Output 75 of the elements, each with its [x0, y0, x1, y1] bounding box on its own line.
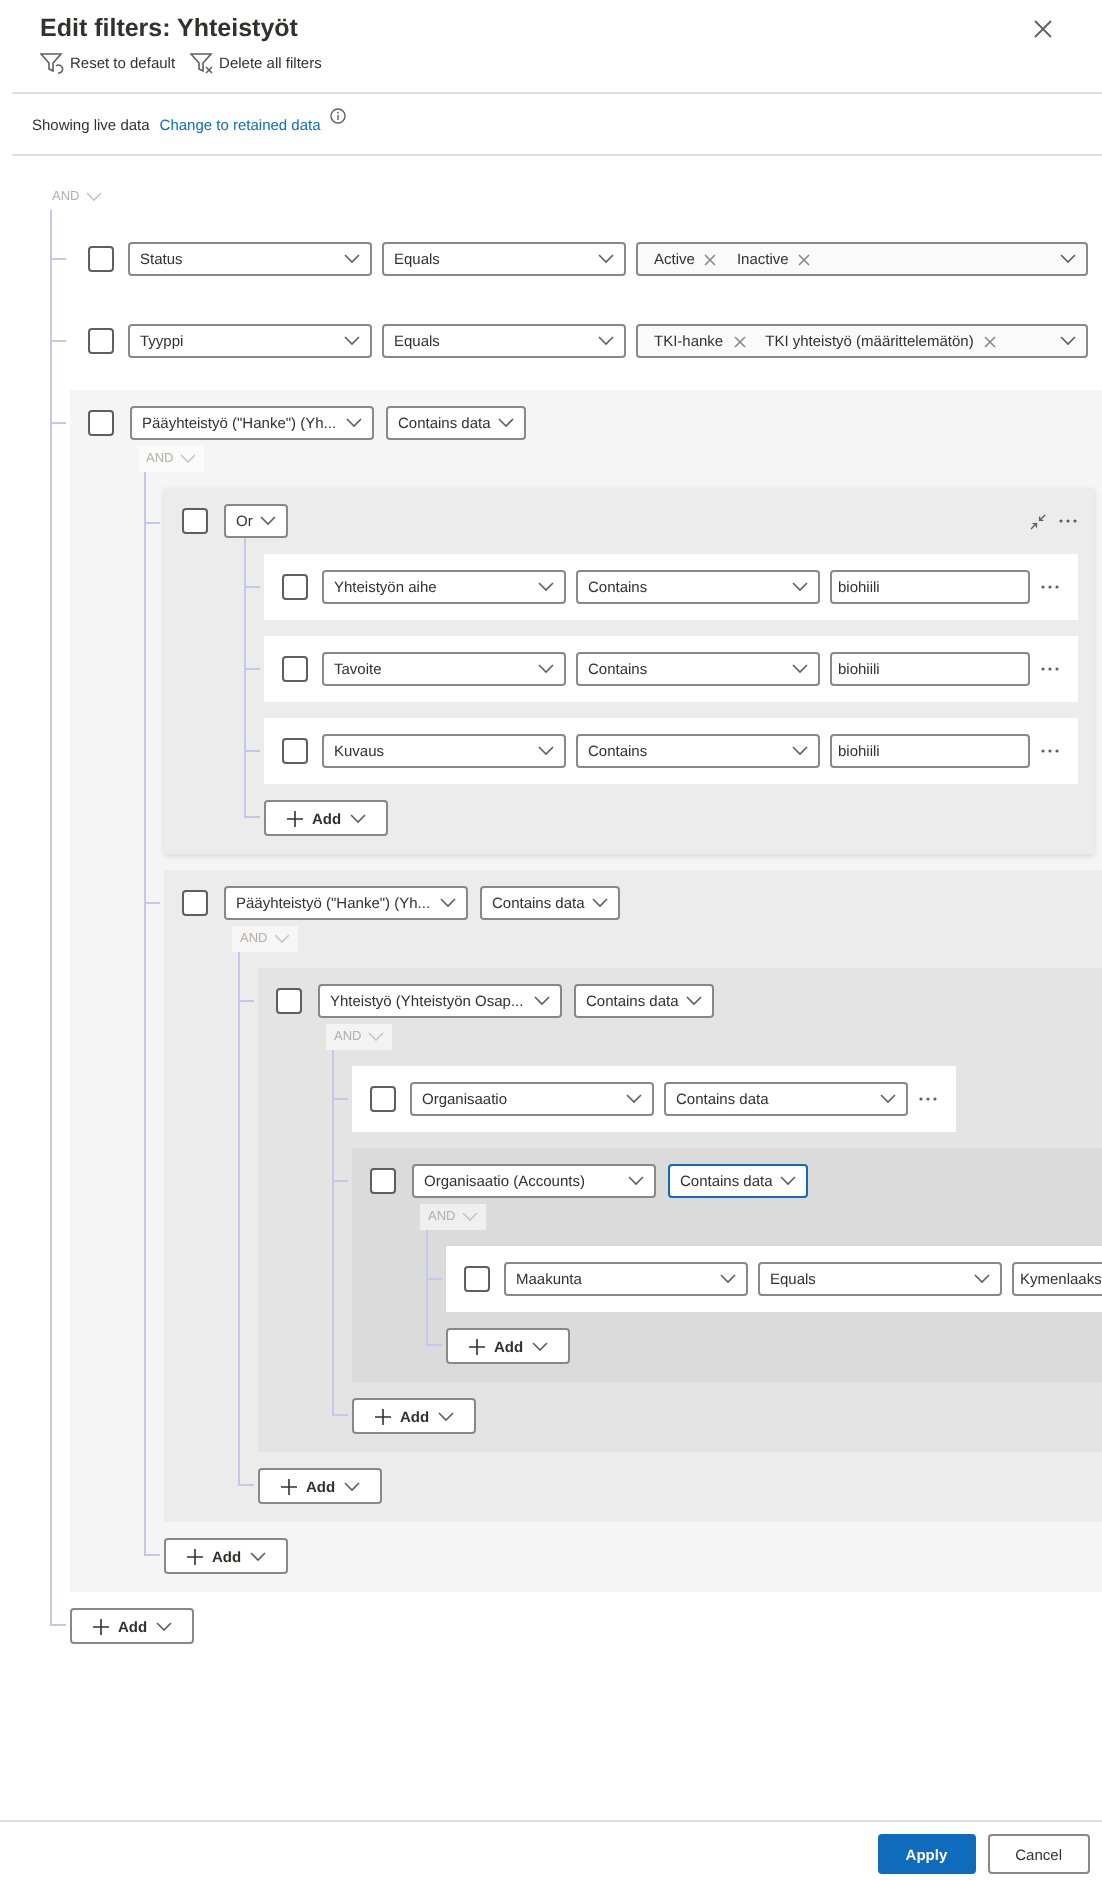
chevron-down-icon — [538, 664, 554, 674]
chevron-down-icon — [534, 996, 550, 1006]
chevron-down-icon — [974, 1274, 990, 1284]
checkbox[interactable] — [182, 890, 208, 916]
funnel-icon — [189, 52, 214, 74]
chevron-down-icon — [626, 1094, 642, 1104]
chevron-down-icon — [538, 582, 554, 592]
chevron-down-icon — [792, 664, 808, 674]
connector-line — [332, 1050, 348, 1099]
more-icon[interactable] — [1058, 518, 1078, 524]
checkbox[interactable] — [282, 656, 308, 682]
chevron-down-icon — [273, 934, 290, 944]
plus-icon — [280, 1477, 298, 1495]
chevron-down-icon — [498, 418, 515, 428]
chevron-down-icon — [367, 1032, 384, 1042]
chevron-down-icon — [346, 418, 362, 428]
chevron-down-icon — [686, 996, 703, 1006]
connector-line — [244, 538, 260, 587]
chevron-down-icon — [598, 336, 614, 346]
connector-line — [426, 1230, 442, 1279]
chevron-down-icon — [437, 1411, 454, 1421]
funnel-icon — [40, 52, 64, 74]
chevron-down-icon — [792, 582, 808, 592]
checkbox[interactable] — [182, 508, 208, 534]
remove-icon — [983, 335, 996, 347]
chevron-down-icon — [440, 898, 456, 908]
more-icon[interactable] — [1040, 748, 1060, 754]
chevron-down-icon — [531, 1341, 548, 1351]
chevron-down-icon — [880, 1094, 896, 1104]
chevron-down-icon — [592, 898, 609, 908]
info-icon[interactable] — [330, 108, 347, 124]
chevron-down-icon — [344, 336, 360, 346]
checkbox[interactable] — [276, 988, 302, 1014]
chevron-down-icon — [349, 813, 366, 823]
chevron-down-icon — [344, 254, 360, 264]
chevron-down-icon — [260, 516, 277, 526]
plus-icon — [186, 1547, 204, 1565]
checkbox[interactable] — [88, 246, 114, 272]
chevron-down-icon — [628, 1176, 644, 1186]
checkbox[interactable] — [370, 1168, 396, 1194]
connector-line — [50, 210, 66, 259]
connector-line — [144, 472, 160, 524]
close-icon[interactable] — [1034, 19, 1052, 37]
collapse-icon[interactable] — [1030, 513, 1046, 529]
more-icon[interactable] — [1040, 666, 1060, 672]
checkbox[interactable] — [282, 574, 308, 600]
chevron-down-icon — [461, 1212, 478, 1222]
chevron-down-icon — [249, 1551, 266, 1561]
chevron-down-icon — [538, 746, 554, 756]
chevron-down-icon — [1060, 336, 1076, 346]
more-icon[interactable] — [918, 1096, 938, 1102]
more-icon[interactable] — [1040, 584, 1060, 590]
chevron-down-icon — [780, 1176, 797, 1186]
checkbox[interactable] — [88, 410, 114, 436]
checkbox[interactable] — [282, 738, 308, 764]
chevron-down-icon — [598, 254, 614, 264]
chevron-down-icon — [720, 1274, 736, 1284]
chevron-down-icon — [343, 1481, 360, 1491]
remove-icon — [798, 253, 811, 265]
chevron-down-icon — [792, 746, 808, 756]
connector-line — [238, 952, 254, 1002]
plus-icon — [468, 1337, 486, 1355]
checkbox[interactable] — [370, 1086, 396, 1112]
remove-icon — [733, 335, 746, 347]
chevron-down-icon — [1060, 254, 1076, 264]
chevron-down-icon — [179, 454, 196, 464]
remove-icon — [704, 253, 717, 265]
checkbox[interactable] — [88, 328, 114, 354]
dialog-title: Edit filters: Yhteistyöt — [40, 14, 298, 42]
plus-icon — [92, 1617, 110, 1635]
plus-icon — [374, 1407, 392, 1425]
chevron-down-icon — [155, 1621, 172, 1631]
checkbox[interactable] — [464, 1266, 490, 1292]
chevron-down-icon — [85, 192, 102, 202]
plus-icon — [286, 809, 304, 827]
